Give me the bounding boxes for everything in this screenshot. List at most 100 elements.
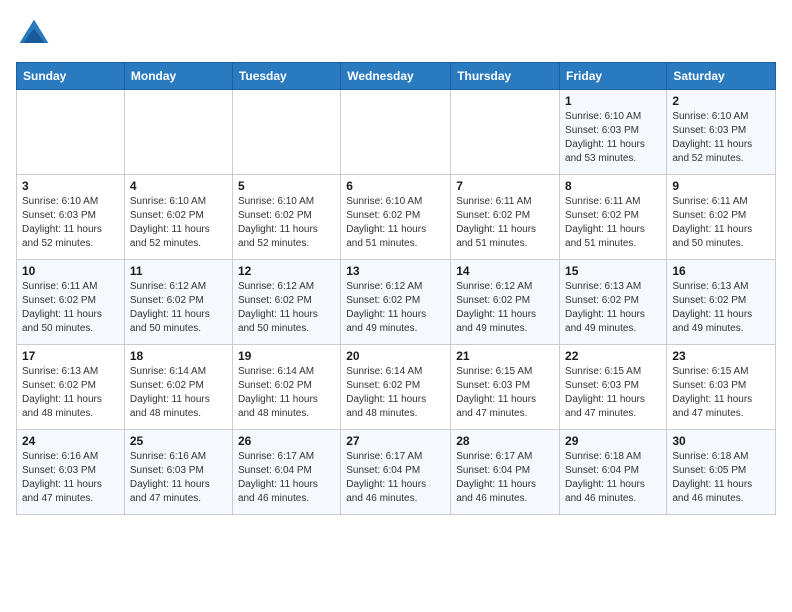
day-cell [17, 90, 125, 175]
day-cell: 18Sunrise: 6:14 AM Sunset: 6:02 PM Dayli… [124, 345, 232, 430]
day-number: 8 [565, 179, 661, 193]
day-info: Sunrise: 6:12 AM Sunset: 6:02 PM Dayligh… [456, 280, 554, 336]
day-cell: 2 Sunrise: 6:10 AM Sunset: 6:03 PM Daylig… [667, 90, 776, 175]
day-info: Sunrise: 6:17 AM Sunset: 6:04 PM Dayligh… [238, 450, 335, 506]
day-cell: 20 Sunrise: 6:14 AM Sunset: 6:02 PM Dayli… [341, 345, 451, 430]
day-info: Sunrise: 6:15 AM Sunset: 6:03 PM Dayligh… [565, 365, 661, 421]
weekday-friday: Friday [560, 63, 667, 90]
weekday-row: SundayMondayTuesdayWednesdayThursdayFrid… [17, 63, 776, 90]
calendar-header: SundayMondayTuesdayWednesdayThursdayFrid… [17, 63, 776, 90]
week-row-0: 1 Sunrise: 6:10 AM Sunset: 6:03 PM Daylig… [17, 90, 776, 175]
day-cell: 13Sunrise: 6:12 AM Sunset: 6:02 PM Dayli… [341, 260, 451, 345]
day-info: Sunrise: 6:11 AM Sunset: 6:02 PM Dayligh… [22, 280, 119, 336]
day-number: 26 [238, 434, 335, 448]
day-number: 17 [22, 349, 119, 363]
day-info: Sunrise: 6:10 AM Sunset: 6:02 PM Dayligh… [346, 195, 445, 251]
day-number: 19 [238, 349, 335, 363]
day-number: 5 [238, 179, 335, 193]
day-cell: 15Sunrise: 6:13 AM Sunset: 6:02 PM Dayli… [560, 260, 667, 345]
day-info: Sunrise: 6:11 AM Sunset: 6:02 PM Dayligh… [456, 195, 554, 251]
day-cell: 6 Sunrise: 6:10 AM Sunset: 6:02 PM Daylig… [341, 175, 451, 260]
day-cell: 26 Sunrise: 6:17 AM Sunset: 6:04 PM Dayli… [232, 430, 340, 515]
day-number: 9 [672, 179, 770, 193]
day-info: Sunrise: 6:17 AM Sunset: 6:04 PM Dayligh… [346, 450, 445, 506]
day-number: 1 [565, 94, 661, 108]
day-info: Sunrise: 6:12 AM Sunset: 6:02 PM Dayligh… [130, 280, 227, 336]
day-number: 16 [672, 264, 770, 278]
day-cell: 22 Sunrise: 6:15 AM Sunset: 6:03 PM Dayli… [560, 345, 667, 430]
day-info: Sunrise: 6:15 AM Sunset: 6:03 PM Dayligh… [456, 365, 554, 421]
day-info: Sunrise: 6:10 AM Sunset: 6:03 PM Dayligh… [565, 110, 661, 166]
day-cell: 9 Sunrise: 6:11 AM Sunset: 6:02 PM Daylig… [667, 175, 776, 260]
day-cell: 12 Sunrise: 6:12 AM Sunset: 6:02 PM Dayli… [232, 260, 340, 345]
day-info: Sunrise: 6:11 AM Sunset: 6:02 PM Dayligh… [672, 195, 770, 251]
day-info: Sunrise: 6:16 AM Sunset: 6:03 PM Dayligh… [22, 450, 119, 506]
header [16, 16, 776, 52]
day-cell: 30 Sunrise: 6:18 AM Sunset: 6:05 PM Dayli… [667, 430, 776, 515]
day-number: 14 [456, 264, 554, 278]
day-number: 3 [22, 179, 119, 193]
day-cell: 29 Sunrise: 6:18 AM Sunset: 6:04 PM Dayli… [560, 430, 667, 515]
day-cell: 24 Sunrise: 6:16 AM Sunset: 6:03 PM Dayli… [17, 430, 125, 515]
day-cell: 3 Sunrise: 6:10 AM Sunset: 6:03 PM Daylig… [17, 175, 125, 260]
day-cell: 16 Sunrise: 6:13 AM Sunset: 6:02 PM Dayli… [667, 260, 776, 345]
day-number: 13 [346, 264, 445, 278]
day-cell: 17 Sunrise: 6:13 AM Sunset: 6:02 PM Dayli… [17, 345, 125, 430]
day-info: Sunrise: 6:10 AM Sunset: 6:03 PM Dayligh… [22, 195, 119, 251]
day-number: 2 [672, 94, 770, 108]
week-row-3: 17 Sunrise: 6:13 AM Sunset: 6:02 PM Dayli… [17, 345, 776, 430]
logo [16, 16, 56, 52]
day-number: 11 [130, 264, 227, 278]
day-number: 15 [565, 264, 661, 278]
day-cell: 19 Sunrise: 6:14 AM Sunset: 6:02 PM Dayli… [232, 345, 340, 430]
day-cell: 27Sunrise: 6:17 AM Sunset: 6:04 PM Dayli… [341, 430, 451, 515]
day-number: 4 [130, 179, 227, 193]
day-info: Sunrise: 6:13 AM Sunset: 6:02 PM Dayligh… [672, 280, 770, 336]
day-cell [124, 90, 232, 175]
day-number: 6 [346, 179, 445, 193]
weekday-saturday: Saturday [667, 63, 776, 90]
day-number: 7 [456, 179, 554, 193]
day-number: 24 [22, 434, 119, 448]
day-info: Sunrise: 6:13 AM Sunset: 6:02 PM Dayligh… [22, 365, 119, 421]
day-cell: 7 Sunrise: 6:11 AM Sunset: 6:02 PM Daylig… [451, 175, 560, 260]
day-info: Sunrise: 6:10 AM Sunset: 6:02 PM Dayligh… [130, 195, 227, 251]
day-cell: 1 Sunrise: 6:10 AM Sunset: 6:03 PM Daylig… [560, 90, 667, 175]
week-row-2: 10 Sunrise: 6:11 AM Sunset: 6:02 PM Dayli… [17, 260, 776, 345]
day-cell: 21Sunrise: 6:15 AM Sunset: 6:03 PM Dayli… [451, 345, 560, 430]
weekday-monday: Monday [124, 63, 232, 90]
day-info: Sunrise: 6:14 AM Sunset: 6:02 PM Dayligh… [346, 365, 445, 421]
day-number: 22 [565, 349, 661, 363]
day-number: 20 [346, 349, 445, 363]
calendar-body: 1 Sunrise: 6:10 AM Sunset: 6:03 PM Daylig… [17, 90, 776, 515]
week-row-1: 3 Sunrise: 6:10 AM Sunset: 6:03 PM Daylig… [17, 175, 776, 260]
day-cell [232, 90, 340, 175]
day-number: 12 [238, 264, 335, 278]
day-number: 10 [22, 264, 119, 278]
day-number: 28 [456, 434, 554, 448]
day-cell: 23Sunrise: 6:15 AM Sunset: 6:03 PM Dayli… [667, 345, 776, 430]
day-info: Sunrise: 6:18 AM Sunset: 6:04 PM Dayligh… [565, 450, 661, 506]
day-info: Sunrise: 6:11 AM Sunset: 6:02 PM Dayligh… [565, 195, 661, 251]
day-info: Sunrise: 6:10 AM Sunset: 6:02 PM Dayligh… [238, 195, 335, 251]
day-cell [341, 90, 451, 175]
day-info: Sunrise: 6:17 AM Sunset: 6:04 PM Dayligh… [456, 450, 554, 506]
day-cell: 8 Sunrise: 6:11 AM Sunset: 6:02 PM Daylig… [560, 175, 667, 260]
day-number: 30 [672, 434, 770, 448]
day-cell [451, 90, 560, 175]
page: SundayMondayTuesdayWednesdayThursdayFrid… [0, 0, 792, 612]
day-cell: 28 Sunrise: 6:17 AM Sunset: 6:04 PM Dayli… [451, 430, 560, 515]
weekday-wednesday: Wednesday [341, 63, 451, 90]
calendar: SundayMondayTuesdayWednesdayThursdayFrid… [16, 62, 776, 515]
day-cell: 25Sunrise: 6:16 AM Sunset: 6:03 PM Dayli… [124, 430, 232, 515]
day-number: 25 [130, 434, 227, 448]
day-info: Sunrise: 6:14 AM Sunset: 6:02 PM Dayligh… [238, 365, 335, 421]
day-number: 29 [565, 434, 661, 448]
day-cell: 10 Sunrise: 6:11 AM Sunset: 6:02 PM Dayli… [17, 260, 125, 345]
day-info: Sunrise: 6:12 AM Sunset: 6:02 PM Dayligh… [238, 280, 335, 336]
day-cell: 14 Sunrise: 6:12 AM Sunset: 6:02 PM Dayli… [451, 260, 560, 345]
day-number: 18 [130, 349, 227, 363]
day-cell: 5 Sunrise: 6:10 AM Sunset: 6:02 PM Daylig… [232, 175, 340, 260]
day-info: Sunrise: 6:18 AM Sunset: 6:05 PM Dayligh… [672, 450, 770, 506]
day-info: Sunrise: 6:10 AM Sunset: 6:03 PM Dayligh… [672, 110, 770, 166]
